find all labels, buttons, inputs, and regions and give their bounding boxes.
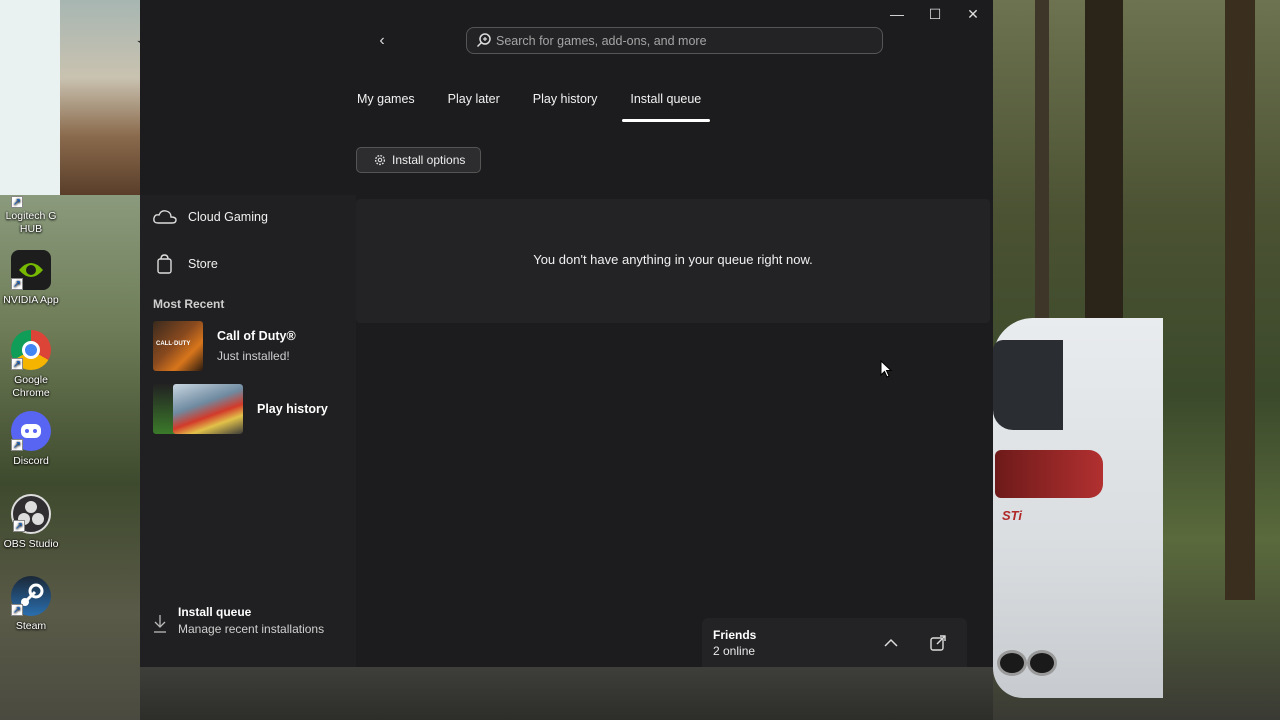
tab-my-games[interactable]: My games — [357, 92, 415, 122]
gear-icon — [374, 154, 386, 166]
chrome-icon: ↗ — [11, 330, 51, 370]
sidebar-item-label: Cloud Gaming — [188, 210, 268, 224]
sidebar-item-label: Store — [188, 257, 218, 271]
obs-icon: ↗ — [11, 494, 51, 534]
install-options-label: Install options — [392, 153, 466, 167]
maximize-button[interactable]: ☐ — [916, 2, 954, 26]
tab-play-history[interactable]: Play history — [533, 92, 598, 122]
back-button[interactable]: ‹ — [369, 28, 395, 54]
wallpaper-car-badge: STi — [1002, 508, 1022, 523]
desktop-icon-logitech[interactable]: ↗ Logitech G HUB — [2, 196, 60, 236]
wallpaper-exhaust — [997, 650, 1027, 676]
mouse-cursor-icon — [880, 360, 892, 378]
pop-out-icon[interactable] — [927, 632, 949, 654]
install-queue-panel: You don't have anything in your queue ri… — [356, 199, 990, 323]
search-input[interactable] — [496, 31, 876, 51]
search-box[interactable] — [466, 27, 883, 54]
sidebar-install-queue[interactable]: Install queue Manage recent installation… — [152, 605, 324, 636]
maximize-icon: ☐ — [928, 6, 942, 22]
minimize-button[interactable]: — — [878, 2, 916, 26]
shopping-bag-icon — [157, 254, 172, 274]
friends-online-count: 2 online — [713, 644, 756, 658]
desktop-icon-label: OBS Studio — [3, 538, 59, 550]
library-tabs: My games Play later Play history Install… — [357, 92, 734, 122]
call-of-duty-thumbnail: CALL·DUTY — [153, 321, 203, 371]
play-history-thumbnail — [153, 384, 243, 434]
most-recent-heading: Most Recent — [153, 297, 225, 311]
friends-widget[interactable]: Friends 2 online — [702, 618, 967, 667]
wallpaper-car-taillight — [995, 450, 1103, 498]
discord-icon: ↗ — [11, 411, 51, 451]
wallpaper-tree — [1225, 0, 1255, 600]
close-icon: ✕ — [967, 6, 979, 22]
cloud-icon — [153, 210, 177, 224]
steam-icon: ↗ — [11, 576, 51, 616]
shortcut-arrow-icon: ↗ — [11, 439, 23, 451]
shortcut-arrow-icon: ↗ — [11, 358, 23, 370]
shortcut-arrow-icon: ↗ — [11, 196, 23, 208]
search-icon — [476, 33, 491, 48]
sidebar-footer-title: Install queue — [178, 605, 252, 619]
webcam-window — [0, 0, 60, 195]
desktop-icon-chrome[interactable]: ↗ Google Chrome — [2, 330, 60, 400]
close-button[interactable]: ✕ — [954, 2, 992, 26]
wallpaper-tree — [1035, 0, 1049, 330]
tab-install-queue[interactable]: Install queue — [622, 92, 711, 122]
recent-item-call-of-duty[interactable]: CALL·DUTY Call of Duty® Just installed! — [153, 321, 296, 371]
sidebar-footer-subtitle: Manage recent installations — [178, 622, 325, 636]
sidebar-item-cloud-gaming[interactable]: Cloud Gaming — [152, 207, 268, 227]
desktop-icon-label: NVIDIA App — [3, 294, 59, 306]
wallpaper-road — [140, 667, 993, 720]
recent-item-play-history[interactable]: Play history — [153, 384, 328, 434]
desktop-icon-label: Logitech G HUB — [5, 210, 57, 235]
desktop-icon-label: Google Chrome — [12, 374, 50, 399]
friends-title: Friends — [713, 628, 757, 642]
desktop-icon-nvidia[interactable]: ↗ NVIDIA App — [2, 250, 60, 307]
minimize-icon: — — [890, 6, 904, 22]
recent-item-title: Call of Duty® — [217, 329, 296, 343]
desktop-icon-steam[interactable]: ↗ Steam — [2, 576, 60, 633]
chevron-up-icon[interactable] — [880, 632, 902, 654]
shortcut-arrow-icon: ↗ — [11, 604, 23, 616]
shortcut-arrow-icon: ↗ — [11, 278, 23, 290]
recent-item-title: Play history — [257, 402, 328, 416]
recent-item-subtitle: Just installed! — [217, 349, 290, 363]
shortcut-arrow-icon: ↗ — [13, 520, 25, 532]
desktop-icon-obs[interactable]: ↗ OBS Studio — [2, 494, 60, 551]
nvidia-icon: ↗ — [11, 250, 51, 290]
desktop-icon-discord[interactable]: ↗ Discord — [2, 411, 60, 468]
download-icon — [154, 615, 166, 633]
chevron-left-icon: ‹ — [379, 32, 385, 49]
empty-queue-message: You don't have anything in your queue ri… — [533, 252, 813, 267]
sidebar-item-store[interactable]: Store — [152, 254, 218, 274]
wallpaper-car-window — [993, 340, 1063, 430]
desktop-icon-label: Steam — [15, 620, 47, 632]
logitech-icon: ↗ — [11, 196, 51, 208]
tab-play-later[interactable]: Play later — [448, 92, 500, 122]
desktop-icon-label: Discord — [13, 455, 49, 467]
wallpaper-exhaust — [1027, 650, 1057, 676]
install-options-button[interactable]: Install options — [356, 147, 481, 173]
